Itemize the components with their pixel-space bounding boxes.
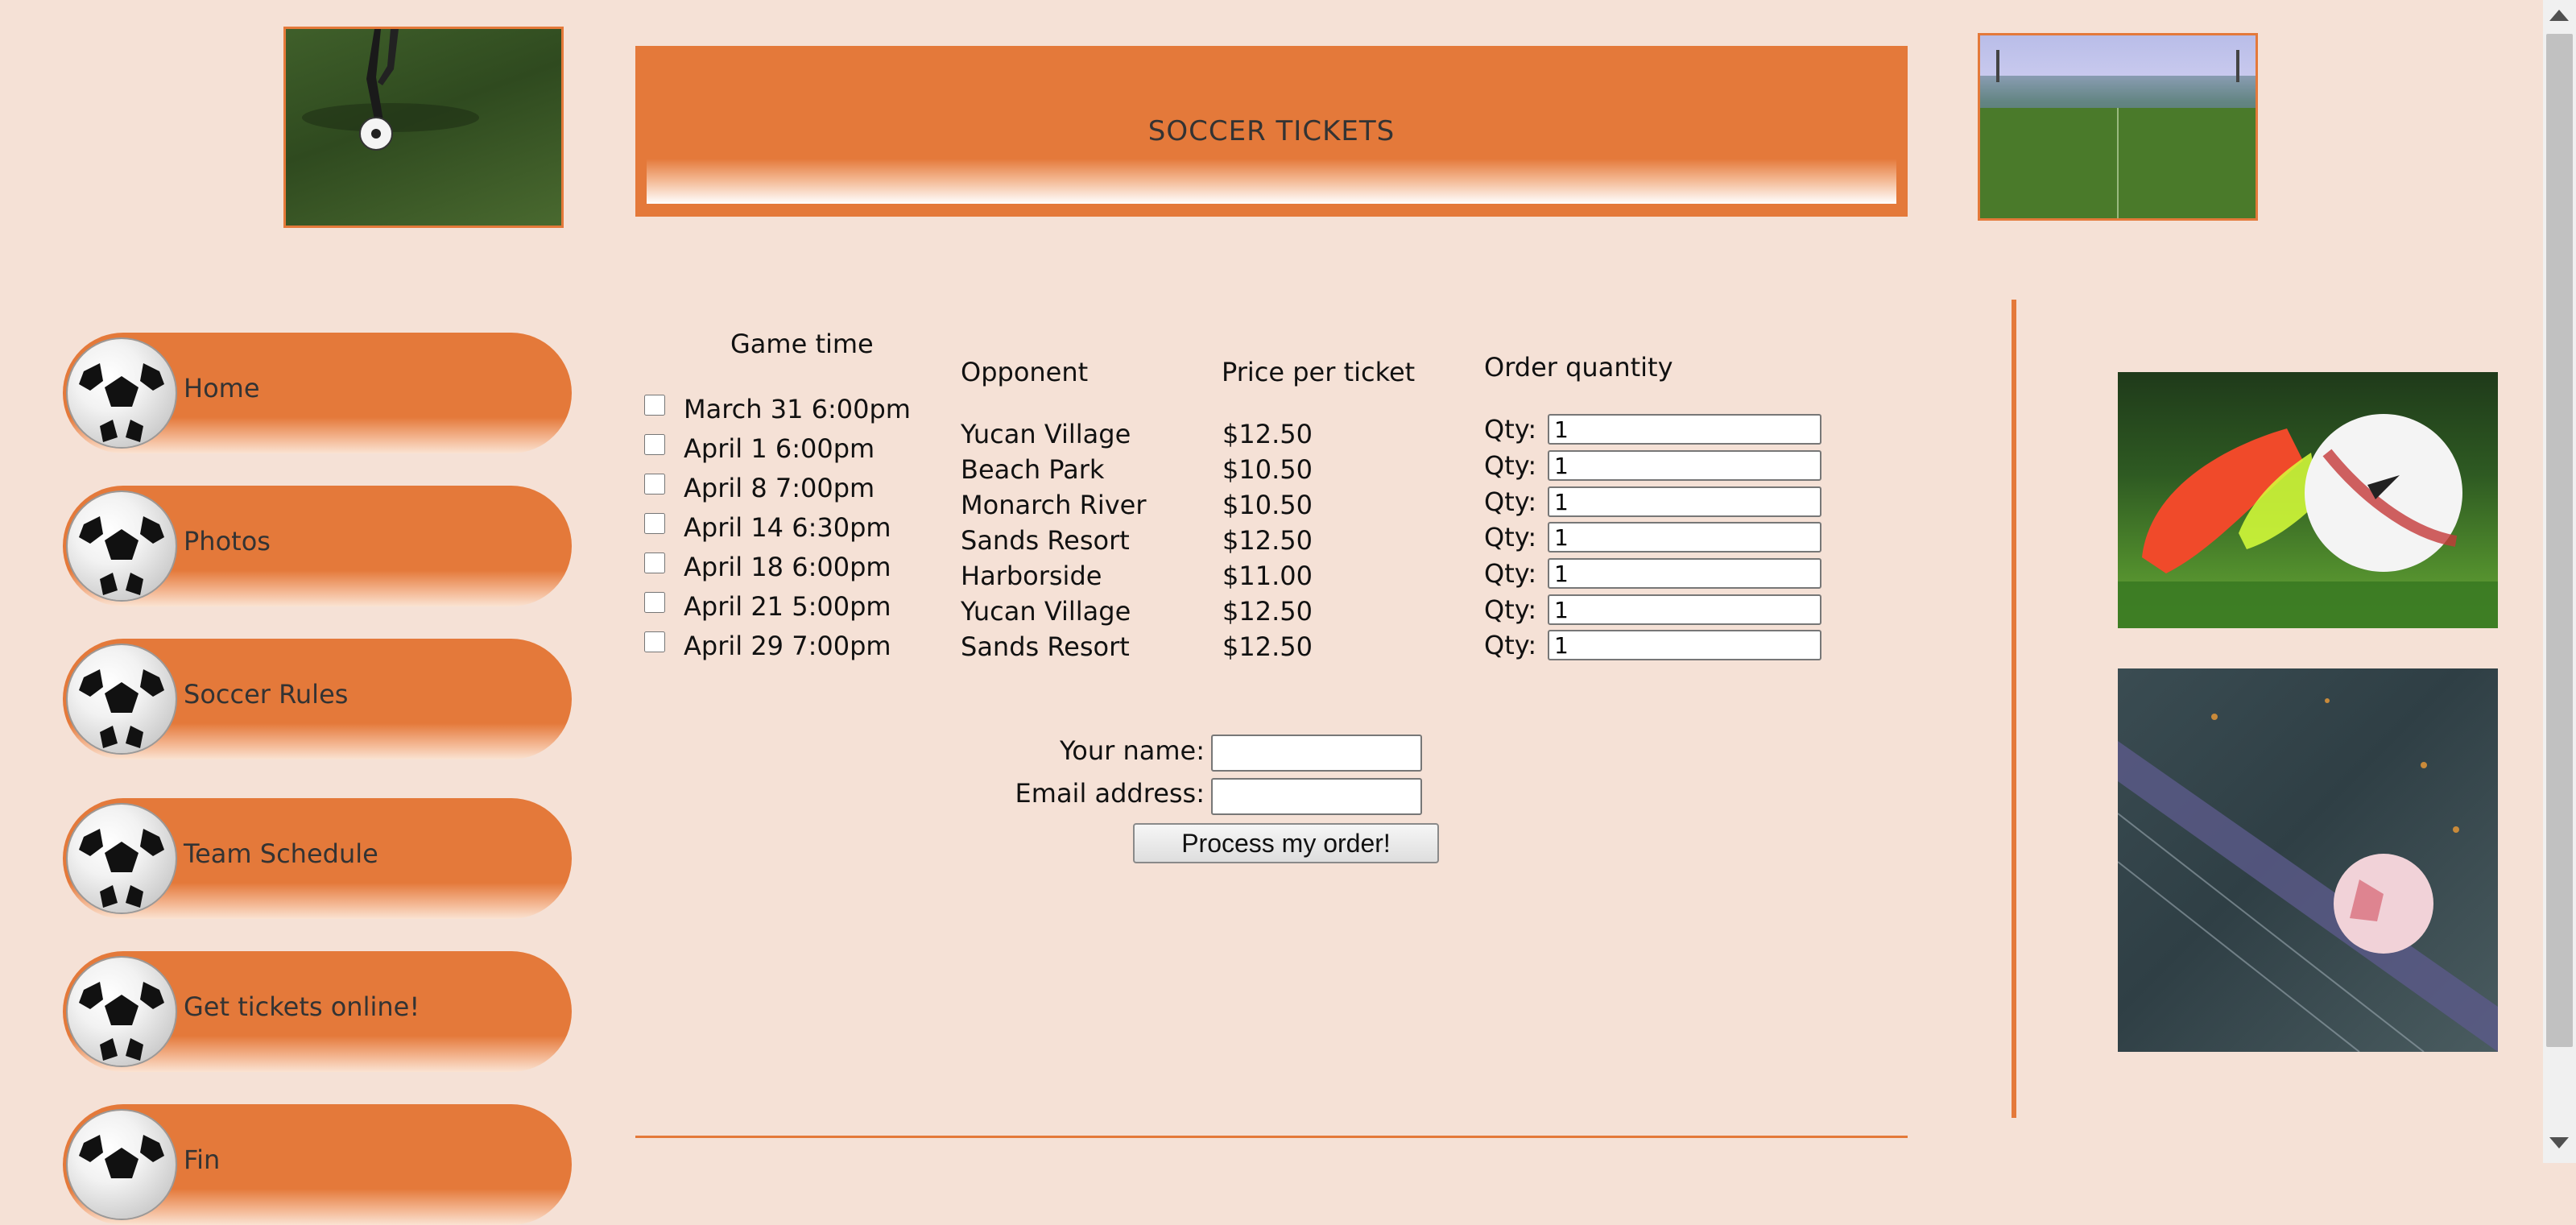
email-input[interactable] <box>1211 778 1422 815</box>
qty-label: Qty: <box>1484 450 1537 481</box>
game-time: April 14 6:30pm <box>684 512 891 543</box>
game-time: March 31 6:00pm <box>684 394 911 424</box>
nav-item-fin[interactable]: Fin <box>63 1104 572 1225</box>
quantity-input[interactable] <box>1548 486 1821 517</box>
ticket-price: $12.50 <box>1222 525 1313 556</box>
banner-gradient <box>647 159 1896 204</box>
ticket-price: $12.50 <box>1222 596 1313 627</box>
game-checkbox[interactable] <box>644 474 665 495</box>
email-label: Email address: <box>1015 778 1205 809</box>
quantity-input[interactable] <box>1548 630 1821 660</box>
game-checkbox[interactable] <box>644 395 665 416</box>
player-kicking-ball-illustration <box>302 29 479 151</box>
nav-item-photos[interactable]: Photos <box>63 486 572 606</box>
game-time: April 1 6:00pm <box>684 433 875 464</box>
scrollbar-thumb[interactable] <box>2546 34 2573 1047</box>
game-time: April 21 5:00pm <box>684 591 891 622</box>
nav-item-label: Photos <box>184 526 271 557</box>
horizontal-divider <box>635 1136 1908 1138</box>
nav-item-label: Get tickets online! <box>184 991 420 1022</box>
name-input[interactable] <box>1211 735 1422 772</box>
soccer-ball-icon <box>68 1111 176 1219</box>
quantity-input[interactable] <box>1548 414 1821 445</box>
game-time: April 18 6:00pm <box>684 552 891 582</box>
qty-label: Qty: <box>1484 486 1537 517</box>
header-game-time: Game time <box>730 329 874 359</box>
ticket-price: $12.50 <box>1222 631 1313 662</box>
nav-item-home[interactable]: Home <box>63 333 572 453</box>
soccer-ball-icon <box>68 805 176 913</box>
ticket-price: $12.50 <box>1222 419 1313 449</box>
game-time: April 29 7:00pm <box>684 631 891 661</box>
opponent: Beach Park <box>961 454 1105 485</box>
soccer-ball-icon <box>68 958 176 1066</box>
game-checkbox[interactable] <box>644 592 665 613</box>
vertical-divider <box>2012 300 2016 1118</box>
qty-label: Qty: <box>1484 558 1537 589</box>
quantity-input[interactable] <box>1548 450 1821 481</box>
nav-item-team-schedule[interactable]: Team Schedule <box>63 798 572 919</box>
nav-item-label: Fin <box>184 1144 221 1175</box>
cleats-and-ball-illustration <box>2118 414 2498 628</box>
soccer-ball-icon <box>68 492 176 600</box>
ticket-price: $11.00 <box>1222 561 1313 591</box>
quantity-input[interactable] <box>1548 522 1821 552</box>
page-banner: SOCCER TICKETS <box>635 46 1908 217</box>
opponent: Yucan Village <box>961 596 1131 627</box>
opponent: Harborside <box>961 561 1102 591</box>
ball-by-goal-net-photo <box>2118 668 2498 1052</box>
game-checkbox[interactable] <box>644 434 665 455</box>
qty-label: Qty: <box>1484 594 1537 625</box>
ball-by-net-illustration <box>2118 698 2498 1052</box>
nav-item-get-tickets[interactable]: Get tickets online! <box>63 951 572 1072</box>
opponent: Yucan Village <box>961 419 1131 449</box>
scroll-up-arrow-icon[interactable] <box>2549 10 2569 21</box>
nav-item-soccer-rules[interactable]: Soccer Rules <box>63 639 572 759</box>
player-kicking-ball-photo <box>283 27 564 228</box>
header-opponent: Opponent <box>961 357 1089 387</box>
ticket-price: $10.50 <box>1222 490 1313 520</box>
opponent: Monarch River <box>961 490 1147 520</box>
stadium-illustration <box>1980 50 2256 218</box>
game-checkbox[interactable] <box>644 552 665 573</box>
ticket-price: $10.50 <box>1222 454 1313 485</box>
nav-item-label: Home <box>184 373 260 404</box>
nav-item-label: Soccer Rules <box>184 679 349 710</box>
soccer-ball-icon <box>68 339 176 447</box>
game-checkbox[interactable] <box>644 513 665 534</box>
header-order-quantity: Order quantity <box>1484 352 1673 383</box>
game-time: April 8 7:00pm <box>684 473 875 503</box>
cleats-and-ball-photo <box>2118 372 2498 628</box>
quantity-input[interactable] <box>1548 594 1821 625</box>
qty-label: Qty: <box>1484 630 1537 660</box>
qty-label: Qty: <box>1484 414 1537 445</box>
header-price: Price per ticket <box>1222 357 1416 387</box>
opponent: Sands Resort <box>961 525 1130 556</box>
banner-title: SOCCER TICKETS <box>1147 115 1396 147</box>
name-label: Your name: <box>1059 735 1205 766</box>
nav-item-label: Team Schedule <box>184 838 378 869</box>
process-order-button[interactable]: Process my order! <box>1133 823 1439 863</box>
stadium-photo <box>1978 33 2258 221</box>
soccer-ball-icon <box>68 645 176 753</box>
quantity-input[interactable] <box>1548 558 1821 589</box>
game-checkbox[interactable] <box>644 631 665 652</box>
opponent: Sands Resort <box>961 631 1130 662</box>
scroll-down-arrow-icon[interactable] <box>2549 1137 2569 1148</box>
qty-label: Qty: <box>1484 522 1537 552</box>
